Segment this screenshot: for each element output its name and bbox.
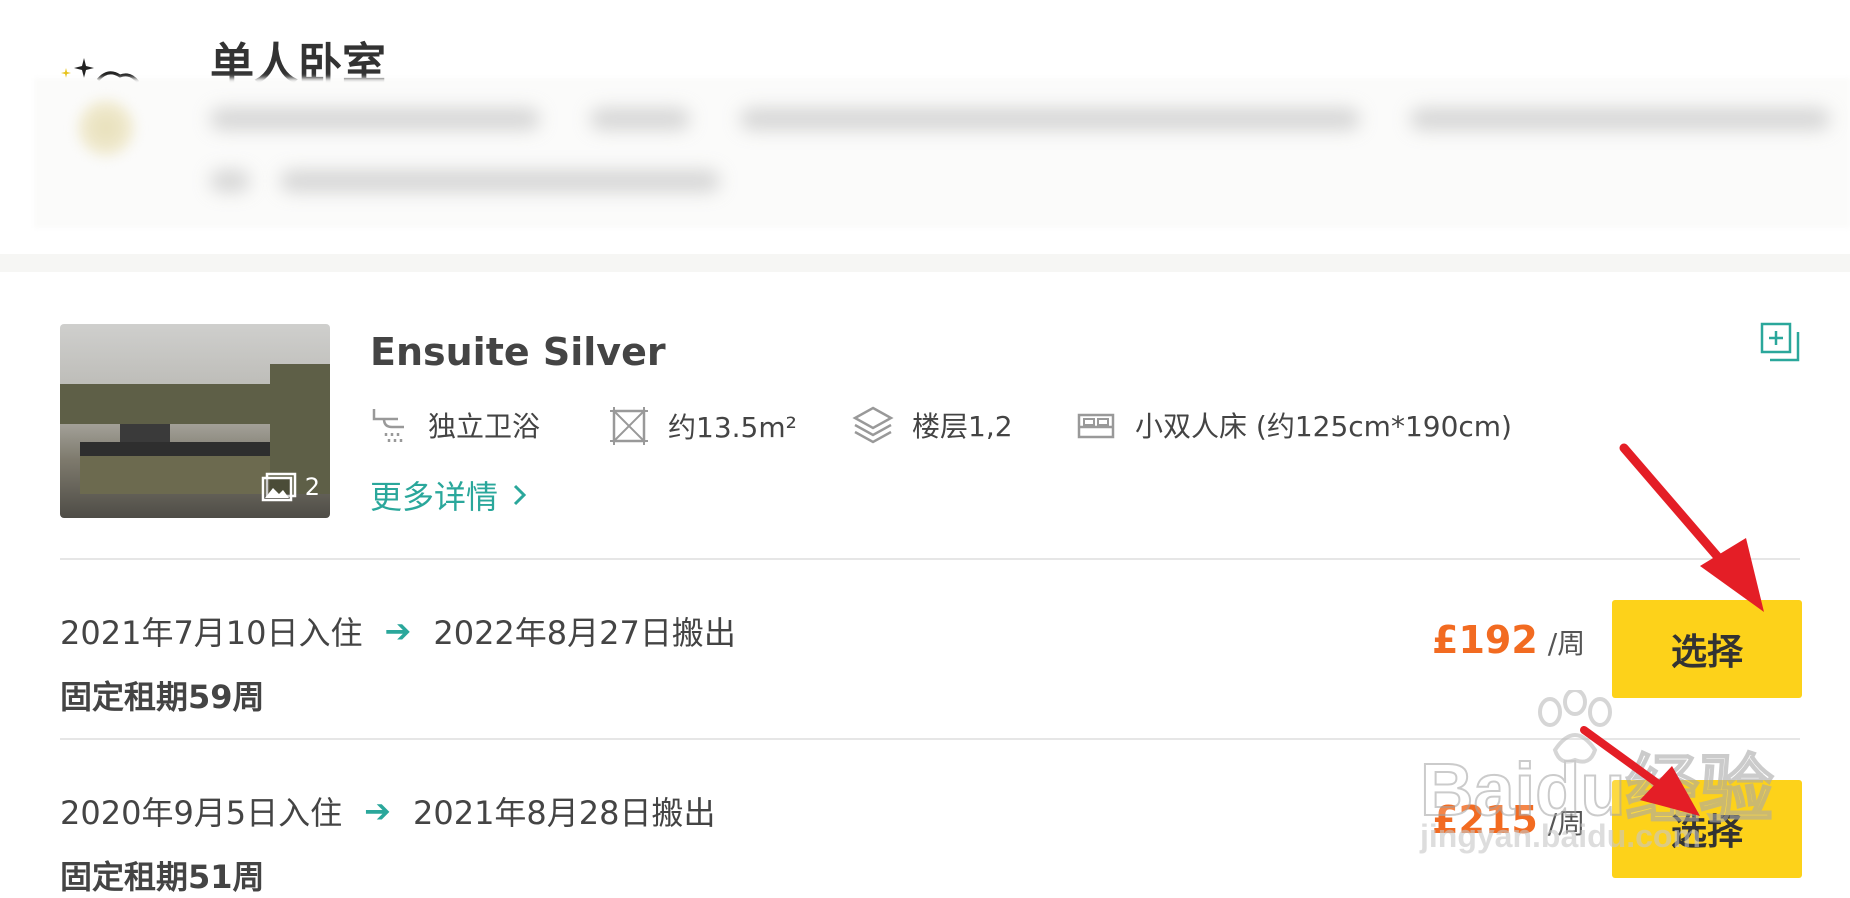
amenity-bed: 小双人床 (约125cm*190cm) <box>1075 405 1512 445</box>
amenity-area: 约13.5m² <box>608 405 797 447</box>
offer-price: £192 /周 <box>1432 618 1585 662</box>
watermark: Baidu经验 jingyan.baidu.com <box>1419 690 1780 860</box>
check-out-date: 2022年8月27日搬出 <box>433 614 736 652</box>
offer-dates: 2020年9月5日入住 ➔ 2021年8月28日搬出 <box>60 788 716 834</box>
amenity-label: 独立卫浴 <box>428 410 541 443</box>
red-arrow-icon <box>1619 443 1764 612</box>
amenity-bathroom: 独立卫浴 <box>370 405 540 445</box>
check-in-date: 2020年9月5日入住 <box>60 794 343 832</box>
more-details-link[interactable]: 更多详情 <box>370 472 528 518</box>
watermark-url: jingyan.baidu.com <box>1420 818 1701 854</box>
blurred-text <box>210 108 540 130</box>
check-in-date: 2021年7月10日入住 <box>60 614 363 652</box>
blurred-text <box>280 170 720 192</box>
bed-icon <box>1077 413 1115 439</box>
blurred-text <box>740 108 1360 130</box>
photo-count: 2 <box>261 472 320 502</box>
room-type-header: 单人卧室 <box>0 0 1850 254</box>
lease-term: 固定租期51周 <box>60 858 265 896</box>
layers-icon <box>852 406 894 444</box>
blurred-info-panel <box>34 78 1850 228</box>
more-details-label: 更多详情 <box>370 478 499 516</box>
room-photo[interactable]: 2 <box>60 324 330 518</box>
blurred-text <box>590 108 690 130</box>
compare-add-icon[interactable] <box>1760 322 1802 364</box>
section-divider <box>0 254 1850 272</box>
blurred-icon <box>78 100 134 156</box>
blurred-text <box>1410 108 1830 130</box>
check-out-date: 2021年8月28日搬出 <box>412 794 716 832</box>
chevron-right-icon <box>513 484 527 506</box>
arrow-right-icon: ➔ <box>364 792 391 830</box>
room-name: Ensuite Silver <box>370 330 666 374</box>
lease-term: 固定租期59周 <box>60 678 265 716</box>
select-button[interactable]: 选择 <box>1612 600 1802 698</box>
amenity-label: 约13.5m² <box>668 411 797 444</box>
amenity-label: 楼层1,2 <box>912 410 1013 443</box>
gallery-icon <box>261 472 296 502</box>
blurred-text <box>210 170 250 192</box>
area-icon <box>610 407 648 445</box>
arrow-right-icon: ➔ <box>384 612 412 650</box>
photo-count-label: 2 <box>304 473 320 501</box>
offer-dates: 2021年7月10日入住 ➔ 2022年8月27日搬出 <box>60 608 736 654</box>
shower-icon <box>372 409 404 442</box>
amenity-label: 小双人床 (约125cm*190cm) <box>1135 410 1512 443</box>
price-amount: £192 <box>1432 618 1538 662</box>
price-unit: /周 <box>1547 627 1586 660</box>
amenity-floor: 楼层1,2 <box>852 405 1013 445</box>
row-divider <box>60 558 1800 560</box>
